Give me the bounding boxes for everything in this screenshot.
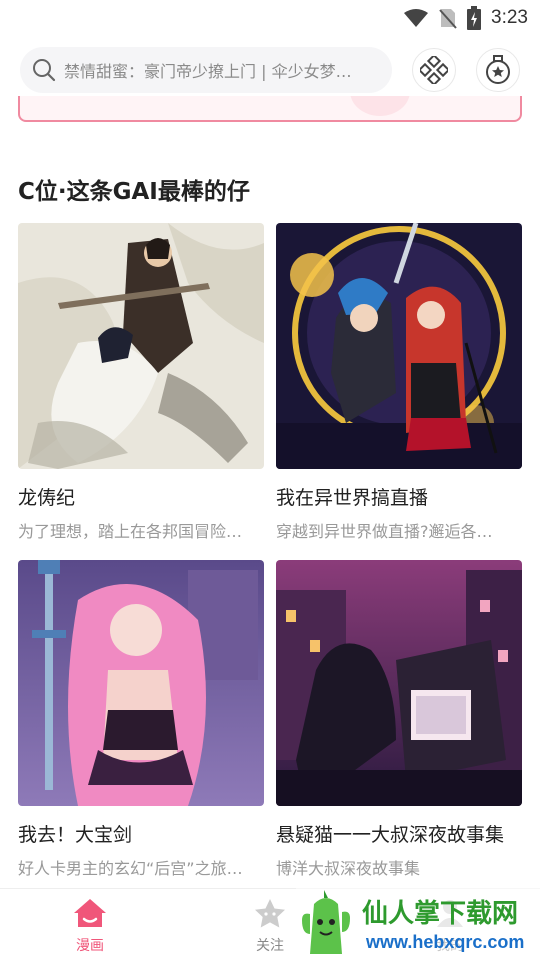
no-sim-icon — [439, 9, 457, 29]
comic-desc: 为了理想，踏上在各邦国冒险… — [18, 522, 243, 541]
comic-title[interactable]: 我在异世界搞直播 — [276, 483, 522, 510]
status-bar: 3:23 — [0, 0, 540, 36]
search-row: 禁情甜蜜：豪门帝少撩上门 | 伞少女梦… — [20, 44, 530, 96]
wifi-icon — [404, 9, 429, 27]
comic-title[interactable]: 我去！大宝剑 — [18, 820, 264, 847]
watermark-url: www.hebxqrc.com — [365, 932, 524, 952]
clock: 3:23 — [491, 7, 528, 28]
category-button[interactable] — [412, 48, 456, 92]
comic-cover-moon-heroes[interactable] — [276, 223, 522, 469]
star-icon — [255, 899, 285, 928]
comic-cover-pink-hair[interactable] — [18, 560, 264, 806]
comic-card[interactable]: 悬疑猫一一大叔深夜故事集 博洋大叔深夜故事集 — [276, 560, 522, 879]
comic-cover-ink-warriors[interactable] — [18, 223, 264, 469]
comic-title[interactable]: 悬疑猫一一大叔深夜故事集 — [276, 820, 522, 847]
medal-button[interactable] — [476, 48, 520, 92]
tab-label: 漫画 — [76, 938, 104, 954]
comic-desc: 博洋大叔深夜故事集 — [276, 859, 421, 878]
section-title: C位·这条GAI最棒的仔 — [18, 179, 250, 205]
site-watermark: 仙人掌下载网 www.hebxqrc.com — [296, 884, 540, 960]
banner-decoration — [350, 96, 410, 116]
watermark-title: 仙人掌下载网 — [362, 899, 518, 929]
search-placeholder: 禁情甜蜜：豪门帝少撩上门 | 伞少女梦… — [64, 62, 352, 81]
category-diamonds-icon — [420, 56, 448, 84]
comic-title[interactable]: 龙俦纪 — [18, 483, 264, 510]
search-icon — [33, 59, 56, 82]
comic-desc: 好人卡男主的玄幻“后宫”之旅… — [18, 859, 243, 878]
battery-icon — [467, 6, 482, 30]
comic-card[interactable]: 我去！大宝剑 好人卡男主的玄幻“后宫”之旅… — [18, 560, 264, 879]
search-input[interactable]: 禁情甜蜜：豪门帝少撩上门 | 伞少女梦… — [20, 47, 392, 93]
comic-card[interactable]: 龙俦纪 为了理想，踏上在各邦国冒险… — [18, 223, 264, 542]
comic-desc: 穿越到异世界做直播?邂逅各… — [276, 522, 493, 541]
tab-comics[interactable]: 漫画 — [50, 897, 130, 955]
comic-cover-hooded-dj[interactable] — [276, 560, 522, 806]
banner-edge[interactable] — [18, 96, 522, 122]
medal-icon — [486, 55, 510, 84]
home-icon — [74, 899, 106, 927]
comic-card[interactable]: 我在异世界搞直播 穿越到异世界做直播?邂逅各… — [276, 223, 522, 542]
